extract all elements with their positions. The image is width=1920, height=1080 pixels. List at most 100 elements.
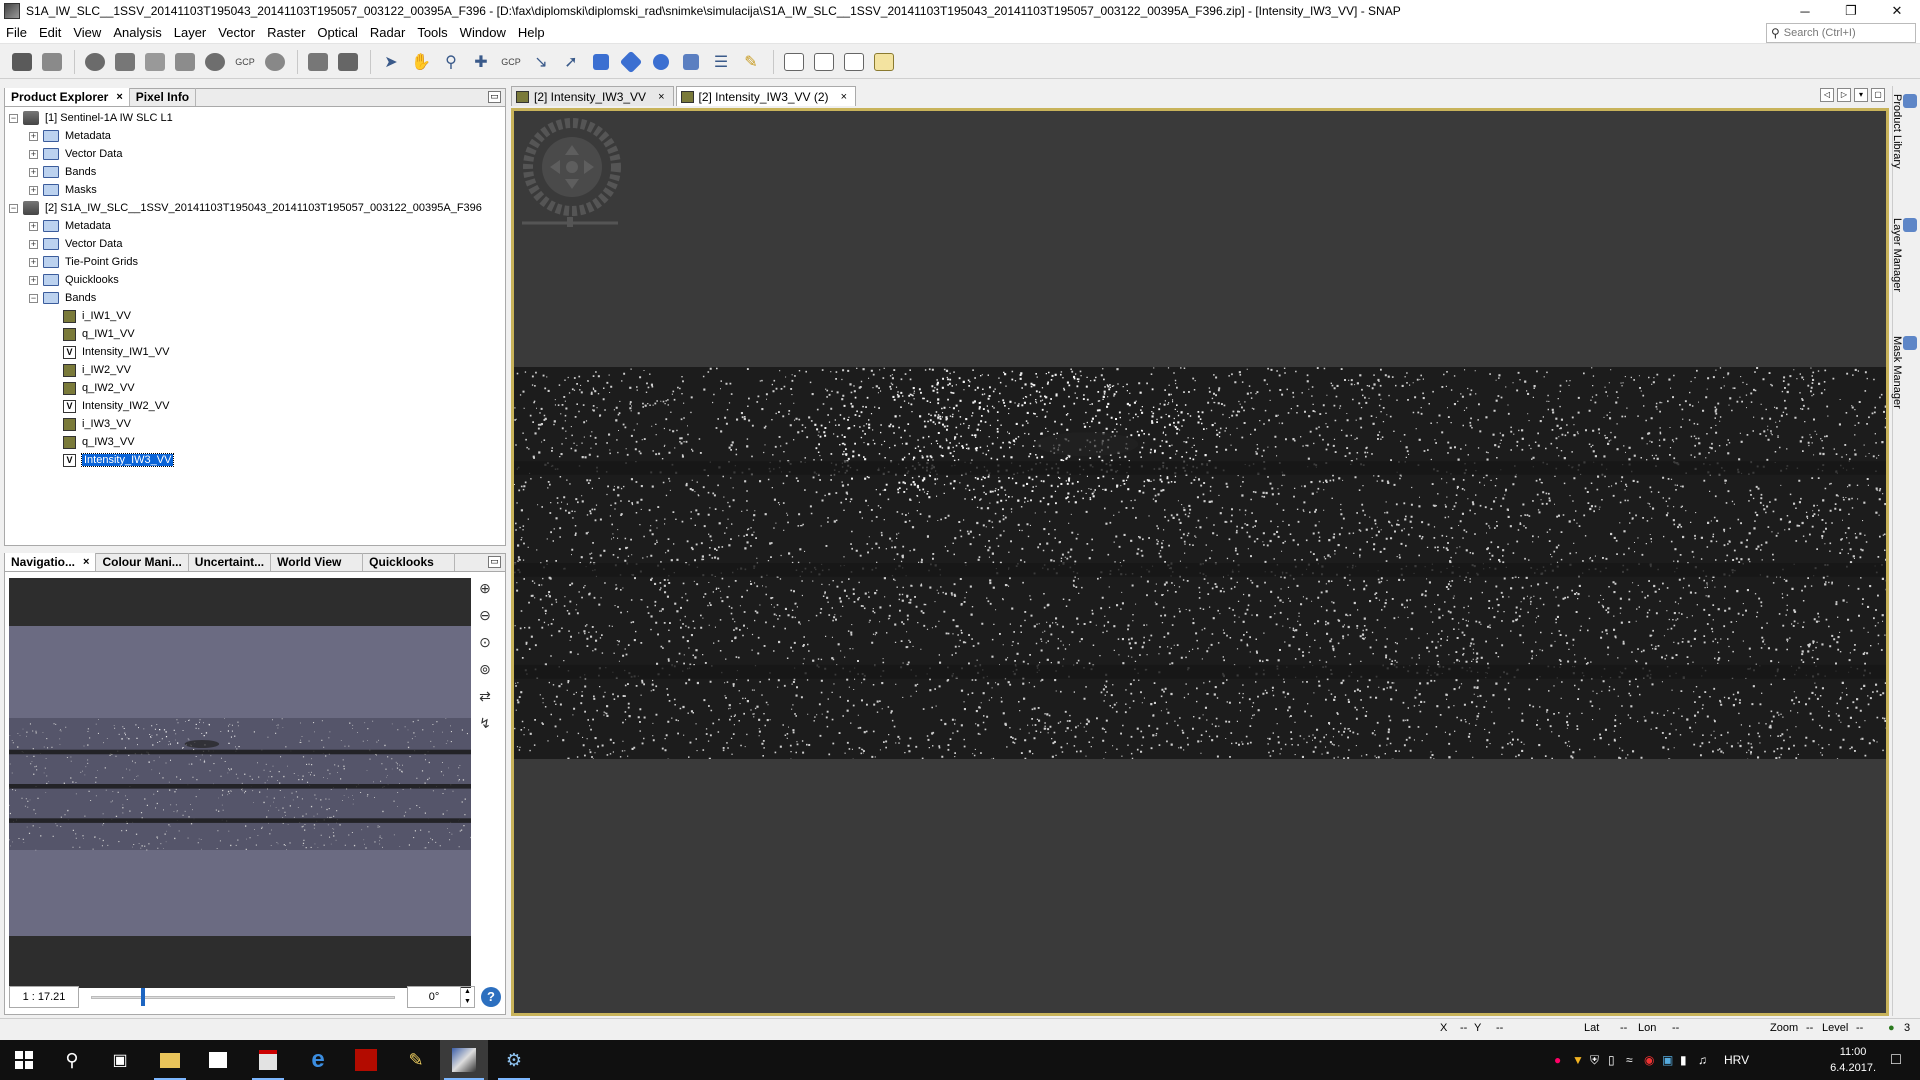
tray-shield-icon[interactable]: ⛨ — [1590, 1053, 1608, 1068]
navigation-control-icon[interactable] — [522, 117, 622, 227]
tree-node[interactable]: q_IW2_VV — [9, 379, 503, 397]
tray-app-icon[interactable]: ◉ — [1644, 1053, 1662, 1067]
graph-button[interactable] — [304, 48, 332, 76]
tree-node[interactable]: + Bands — [9, 163, 503, 181]
image-canvas[interactable] — [511, 108, 1889, 1016]
zoom-slider-thumb[interactable] — [141, 988, 146, 1006]
zoom-in-button[interactable]: ⊕ — [475, 580, 495, 602]
sidebar-tab-mask-manager[interactable]: Mask Manager — [1891, 336, 1917, 409]
select-tool-button[interactable]: ➤ — [377, 48, 405, 76]
polygon-tool-button[interactable] — [617, 48, 645, 76]
tray-wifi-icon[interactable]: ≈ — [1626, 1053, 1644, 1067]
collapse-icon[interactable]: − — [9, 113, 18, 123]
tab-pixel-info[interactable]: Pixel Info — [130, 88, 197, 106]
tree-node[interactable]: V Intensity_IW2_VV — [9, 397, 503, 415]
tile-vertical-button[interactable] — [810, 48, 838, 76]
tree-node[interactable]: q_IW3_VV — [9, 433, 503, 451]
zoom-scale-field[interactable]: 1 : 17.21 — [9, 986, 79, 1008]
maximize-icon[interactable]: ▢ — [1871, 88, 1885, 102]
tray-warning-icon[interactable]: ▼ — [1572, 1053, 1590, 1067]
tab-image-view-2[interactable]: [2] Intensity_IW3_VV (2) × — [675, 86, 856, 106]
line-tool-button[interactable]: ↘ — [527, 48, 555, 76]
tree-node[interactable]: − [1] Sentinel-1A IW SLC L1 — [9, 109, 503, 127]
minimize-panel-button[interactable]: ▭ — [488, 556, 501, 568]
pin-manager-button[interactable] — [201, 48, 229, 76]
expand-icon[interactable]: + — [29, 275, 38, 285]
tab-colour-manipulation[interactable]: Colour Mani... — [96, 553, 189, 571]
menu-window[interactable]: Window — [454, 22, 512, 44]
taskbar-pencil-app[interactable]: ✎ — [392, 1040, 440, 1080]
taskbar-edge[interactable]: e — [294, 1040, 342, 1080]
notifications-count[interactable]: 3 — [1904, 1022, 1910, 1034]
gcp-manager-button[interactable]: GCP — [231, 48, 259, 76]
taskbar-file-explorer[interactable] — [146, 1040, 194, 1080]
tree-node[interactable]: + Tie-Point Grids — [9, 253, 503, 271]
taskbar-clock[interactable]: 11:00 6.4.2017. — [1830, 1044, 1876, 1076]
rotation-field[interactable]: 0° — [407, 986, 461, 1008]
zoom-tool-button[interactable]: ⚲ — [437, 48, 465, 76]
save-product-button[interactable] — [38, 48, 66, 76]
open-product-button[interactable] — [8, 48, 36, 76]
action-center-button[interactable]: □ — [1872, 1040, 1920, 1080]
taskbar-acrobat-reader[interactable] — [244, 1040, 292, 1080]
band-maths-button[interactable] — [141, 48, 169, 76]
search-input[interactable]: ⚲ Search (Ctrl+I) — [1766, 23, 1916, 43]
start-button[interactable] — [0, 1040, 48, 1080]
batch-processing-button[interactable] — [111, 48, 139, 76]
spin-up-icon[interactable]: ▲ — [461, 987, 474, 997]
tree-node[interactable]: − Bands — [9, 289, 503, 307]
tray-network-icon[interactable]: ▣ — [1662, 1053, 1680, 1067]
menu-view[interactable]: View — [67, 22, 107, 44]
tab-navigation[interactable]: Navigatio... × — [5, 553, 97, 571]
zoom-slider[interactable] — [91, 986, 395, 1008]
polyline-tool-button[interactable]: ➚ — [557, 48, 585, 76]
menu-help[interactable]: Help — [512, 22, 551, 44]
time-series-button[interactable] — [261, 48, 289, 76]
menu-layer[interactable]: Layer — [168, 22, 213, 44]
close-icon[interactable]: × — [658, 91, 664, 103]
menu-radar[interactable]: Radar — [364, 22, 411, 44]
expand-icon[interactable]: + — [29, 239, 38, 249]
tree-node[interactable]: + Vector Data — [9, 145, 503, 163]
task-view-button[interactable]: ▣ — [96, 1040, 144, 1080]
tab-quicklooks[interactable]: Quicklooks — [363, 553, 456, 571]
taskbar-acrobat[interactable] — [342, 1040, 390, 1080]
pan-tool-button[interactable]: ✋ — [407, 48, 435, 76]
tree-node[interactable]: i_IW3_VV — [9, 415, 503, 433]
tray-language[interactable]: HRV — [1724, 1053, 1758, 1067]
tree-node[interactable]: + Metadata — [9, 127, 503, 145]
help-icon[interactable]: ? — [481, 987, 501, 1007]
ellipse-tool-button[interactable] — [647, 48, 675, 76]
expand-icon[interactable]: + — [29, 149, 38, 159]
expand-icon[interactable]: + — [29, 167, 38, 177]
taskbar-snap[interactable] — [440, 1040, 488, 1080]
menu-vector[interactable]: Vector — [212, 22, 261, 44]
graph-builder-button[interactable] — [81, 48, 109, 76]
tab-uncertainty[interactable]: Uncertaint... — [189, 553, 272, 571]
sync-views-button[interactable]: ⇄ — [475, 688, 495, 710]
tab-world-view[interactable]: World View — [271, 553, 364, 571]
sync-cursor-button[interactable]: ↯ — [475, 715, 495, 737]
zoom-out-button[interactable]: ⊖ — [475, 607, 495, 629]
window-list-icon[interactable]: ▾ — [1854, 88, 1868, 102]
sidebar-tab-product-library[interactable]: Product Library — [1891, 94, 1917, 169]
rectangle-tool-button[interactable] — [587, 48, 615, 76]
range-finder-tool-button[interactable]: ☰ — [707, 48, 735, 76]
tree-node[interactable]: + Vector Data — [9, 235, 503, 253]
tile-evenly-button[interactable] — [840, 48, 868, 76]
menu-tools[interactable]: Tools — [411, 22, 453, 44]
scroll-right-icon[interactable]: ▷ — [1837, 88, 1851, 102]
expand-icon[interactable]: + — [29, 257, 38, 267]
close-icon[interactable]: × — [83, 556, 89, 568]
expand-icon[interactable]: + — [29, 131, 38, 141]
menu-file[interactable]: File — [0, 22, 33, 44]
scroll-left-icon[interactable]: ◁ — [1820, 88, 1834, 102]
tree-node[interactable]: i_IW1_VV — [9, 307, 503, 325]
tree-node[interactable]: i_IW2_VV — [9, 361, 503, 379]
navigation-overview[interactable] — [9, 578, 472, 988]
notifications-icon[interactable]: ● — [1888, 1022, 1895, 1034]
tree-node[interactable]: V Intensity_IW1_VV — [9, 343, 503, 361]
minimize-panel-button[interactable]: ▭ — [488, 91, 501, 103]
tree-node[interactable]: V Intensity_IW3_VV — [9, 451, 503, 469]
tray-usb-icon[interactable]: ▯ — [1608, 1053, 1626, 1067]
